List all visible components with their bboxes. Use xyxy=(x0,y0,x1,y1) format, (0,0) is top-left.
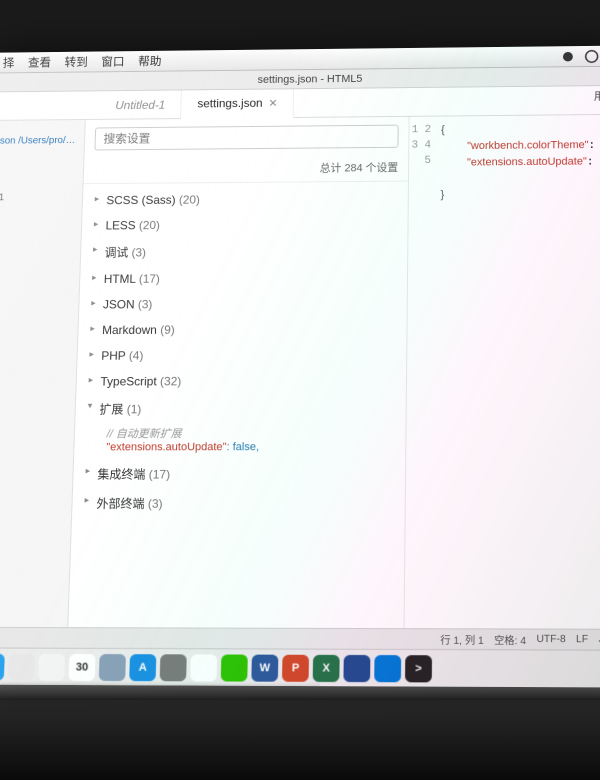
tree-label: 集成终端 xyxy=(97,467,145,481)
tree-count: (3) xyxy=(138,297,153,311)
json-editor[interactable]: 用户设 1 2 3 4 5 { "workbench.colorTheme": … xyxy=(404,115,600,629)
dock-excel-icon[interactable]: X xyxy=(313,654,340,681)
menu-item[interactable]: 查看 xyxy=(28,54,52,70)
tree-label: 外部终端 xyxy=(96,497,144,511)
tree-count: (20) xyxy=(139,218,160,232)
tree-count: (4) xyxy=(129,349,144,363)
close-icon[interactable]: ✕ xyxy=(268,97,277,110)
sidebar-item[interactable]: -1 xyxy=(0,188,82,207)
tree-item[interactable]: SCSS (Sass) (20) xyxy=(92,185,408,213)
tree-count: (1) xyxy=(127,402,142,416)
tree-count: (3) xyxy=(131,246,146,260)
dock-launchpad-icon[interactable] xyxy=(99,654,126,681)
dock-safari-icon[interactable] xyxy=(8,653,35,680)
menubar-status-icon[interactable] xyxy=(561,49,575,63)
tree-item[interactable]: 调试 (3) xyxy=(91,236,408,266)
menubar-cc-icon[interactable] xyxy=(585,49,599,63)
tree-snippet: // 自动更新扩展"extensions.autoUpdate": false, xyxy=(84,423,406,460)
menu-item[interactable]: 择 xyxy=(3,54,15,70)
dock-qq-icon[interactable] xyxy=(190,654,217,681)
tab-label: Untitled-1 xyxy=(115,98,165,112)
dock-ppt-icon[interactable]: P xyxy=(282,654,309,681)
tree-label: 调试 xyxy=(104,246,128,260)
tree-count: (17) xyxy=(149,467,171,481)
tree-item[interactable]: 外部终端 (3) xyxy=(82,488,405,518)
laptop-keyboard xyxy=(0,700,600,780)
tree-label: HTML xyxy=(104,272,136,286)
status-cursor[interactable]: 行 1, 列 1 xyxy=(440,631,484,647)
tab-settings-json[interactable]: settings.json ✕ xyxy=(181,89,294,119)
settings-panel: 总计 284 个设置 SCSS (Sass) (20)LESS (20)调试 (… xyxy=(68,117,408,628)
screen: 择 查看 转到 窗口 帮助 settings.json - HTML5 Unti… xyxy=(0,45,600,687)
settings-count: 总计 284 个设置 xyxy=(320,162,399,174)
tree-label: JSON xyxy=(103,298,135,312)
menu-item[interactable]: 转到 xyxy=(64,54,88,70)
menu-item[interactable]: 帮助 xyxy=(138,53,162,69)
tree-label: LESS xyxy=(105,219,136,233)
tree-item[interactable]: Markdown (9) xyxy=(88,316,407,343)
dock-vscode-icon[interactable] xyxy=(374,655,401,682)
sidebar-open-file[interactable]: json /Users/pro/Li... xyxy=(0,131,84,150)
code-area[interactable]: { "workbench.colorTheme": "extensions.au… xyxy=(433,115,600,629)
search-input[interactable] xyxy=(94,125,398,151)
tree-item[interactable]: JSON (3) xyxy=(89,290,407,317)
menu-item[interactable]: 窗口 xyxy=(101,53,125,69)
tree-label: SCSS (Sass) xyxy=(106,193,176,207)
tree-label: TypeScript xyxy=(100,374,157,388)
tree-item[interactable]: HTML (17) xyxy=(90,265,407,292)
dock-finder-icon[interactable] xyxy=(0,653,5,680)
tree-label: 扩展 xyxy=(99,402,123,416)
dock-word-icon[interactable]: W xyxy=(251,654,278,681)
tree-count: (3) xyxy=(148,497,163,511)
window-title: settings.json - HTML5 xyxy=(258,73,363,86)
tree-item[interactable]: TypeScript (32) xyxy=(86,368,406,395)
dock-chrome-icon[interactable] xyxy=(38,653,65,680)
settings-tree[interactable]: SCSS (Sass) (20)LESS (20)调试 (3)HTML (17)… xyxy=(68,182,408,629)
status-indent[interactable]: 空格: 4 xyxy=(494,632,526,648)
tree-item[interactable]: PHP (4) xyxy=(87,342,406,369)
dock-calendar-icon[interactable]: 30 xyxy=(68,653,95,680)
dock-appstore-icon[interactable]: A xyxy=(129,654,156,681)
mac-dock: 30 A WPX > xyxy=(0,647,600,687)
tree-count: (17) xyxy=(139,272,160,286)
line-gutter: 1 2 3 4 5 xyxy=(405,117,438,629)
tree-item[interactable]: 扩展 (1) xyxy=(85,394,406,424)
status-encoding[interactable]: UTF-8 xyxy=(536,634,565,646)
tree-count: (9) xyxy=(160,323,175,337)
tree-count: (32) xyxy=(160,374,182,388)
tree-label: PHP xyxy=(101,349,126,363)
tab-label: settings.json xyxy=(197,96,262,110)
dock-photoaff-icon[interactable] xyxy=(343,654,370,681)
tree-label: Markdown xyxy=(102,323,157,337)
status-eol[interactable]: LF xyxy=(576,634,588,646)
tree-item[interactable]: LESS (20) xyxy=(91,211,407,239)
dock-wechat-icon[interactable] xyxy=(221,654,248,681)
tree-item[interactable]: 集成终端 (17) xyxy=(83,459,405,489)
tab-untitled[interactable]: Untitled-1 xyxy=(99,90,182,118)
tree-count: (20) xyxy=(179,193,200,207)
dock-terminal-icon[interactable]: > xyxy=(405,655,432,682)
settings-scope-tab[interactable]: 用户设 xyxy=(594,88,600,104)
dock-sysprefs-icon[interactable] xyxy=(160,654,187,681)
status-bar: 行 1, 列 1 空格: 4 UTF-8 LF JSON xyxy=(0,627,600,650)
